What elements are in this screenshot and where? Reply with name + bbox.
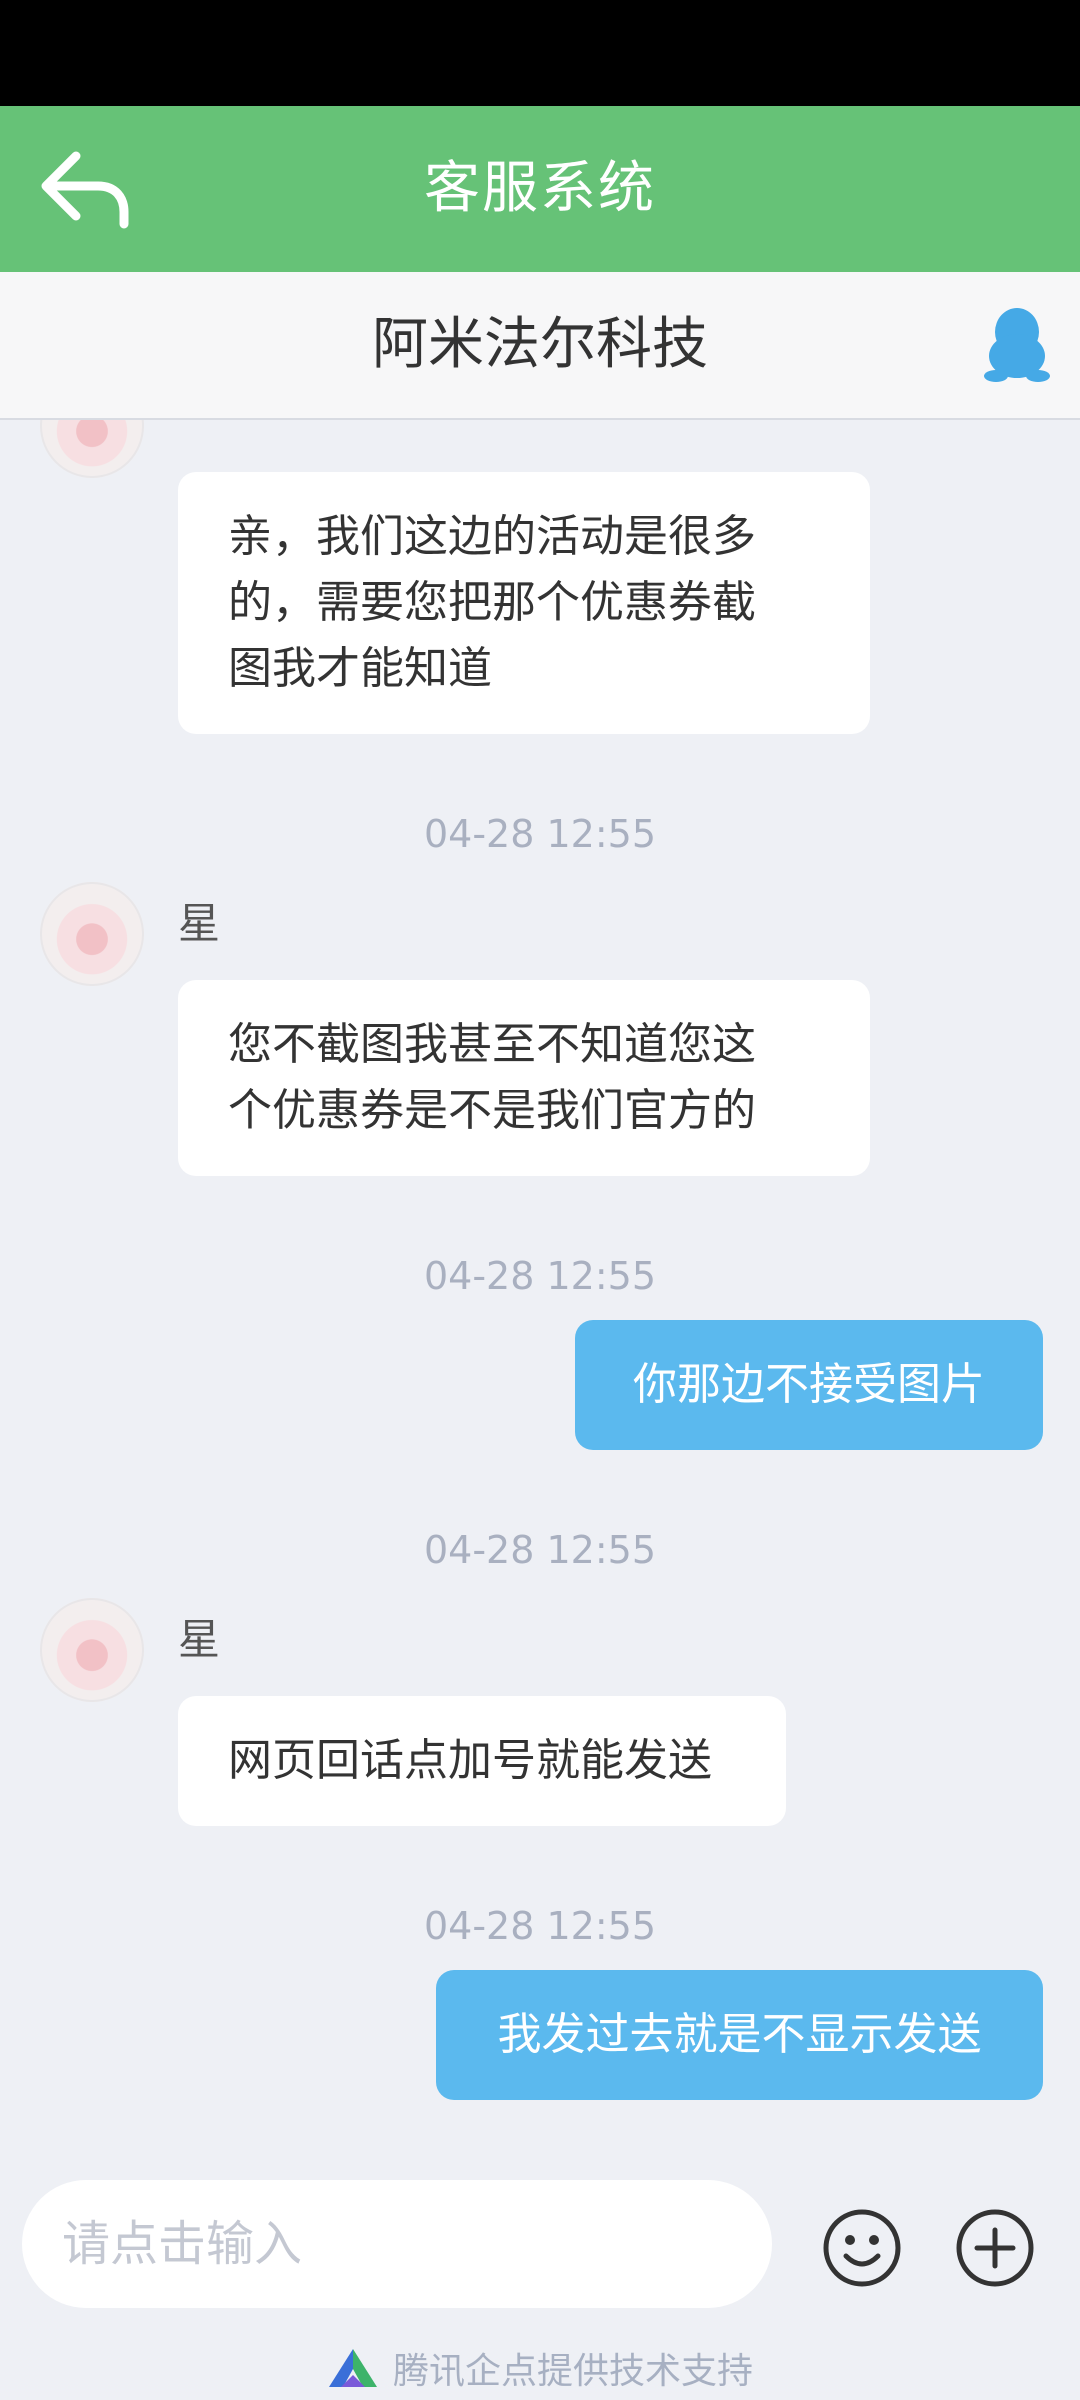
message-bubble[interactable]: 亲，我们这边的活动是很多 的，需要您把那个优惠券截 图我才能知道: [178, 472, 870, 734]
message-text: 网页回话点加号就能发送: [228, 1735, 712, 1786]
message-text: 你那边不接受图片: [633, 1359, 985, 1410]
timestamp: 04-28 12:55: [423, 1254, 656, 1298]
timestamp: 04-28 12:55: [423, 812, 656, 856]
page-title: 客服系统: [424, 156, 656, 221]
sender-name: 星: [178, 899, 221, 948]
avatar[interactable]: [40, 882, 144, 986]
smiley-icon: [823, 2209, 901, 2287]
message-line: 的，需要您把那个优惠券截: [228, 577, 756, 628]
qq-button[interactable]: [982, 304, 1052, 384]
avatar[interactable]: [40, 420, 144, 478]
emoji-button[interactable]: [822, 2208, 902, 2288]
message-text: 我发过去就是不显示发送: [497, 2009, 982, 2060]
message-line: 亲，我们这边的活动是很多: [228, 511, 756, 562]
my-message-bubble[interactable]: 我发过去就是不显示发送: [436, 1970, 1043, 2100]
powered-by-text: 腾讯企点提供技术支持: [392, 2351, 753, 2392]
avatar[interactable]: [40, 1598, 144, 1702]
input-bar: 腾讯企点提供技术支持: [0, 2152, 1080, 2400]
company-bar: 阿米法尔科技: [0, 272, 1080, 420]
timestamp: 04-28 12:55: [423, 1528, 656, 1572]
timestamp: 04-28 12:55: [423, 1904, 656, 1948]
message-bubble[interactable]: 您不截图我甚至不知道您这 个优惠券是不是我们官方的: [178, 980, 870, 1176]
message-input[interactable]: [22, 2180, 772, 2308]
add-attachment-button[interactable]: [955, 2208, 1035, 2288]
sender-name: 星: [178, 1615, 221, 1664]
my-message-bubble[interactable]: 你那边不接受图片: [575, 1320, 1043, 1450]
tencent-qidian-logo-icon: [328, 2349, 377, 2387]
plus-circle-icon: [956, 2209, 1034, 2287]
message-line: 个优惠券是不是我们官方的: [228, 1085, 756, 1136]
chat-history[interactable]: 亲，我们这边的活动是很多 的，需要您把那个优惠券截 图我才能知道 04-28 1…: [0, 420, 1080, 2150]
qq-penguin-icon: [984, 308, 1050, 382]
message-bubble[interactable]: 网页回话点加号就能发送: [178, 1696, 786, 1826]
powered-by: 腾讯企点提供技术支持: [0, 2342, 1080, 2394]
company-name: 阿米法尔科技: [372, 312, 708, 377]
top-bar: 客服系统: [0, 106, 1080, 272]
message-line: 图我才能知道: [228, 643, 492, 694]
status-bar: [0, 0, 1080, 106]
message-line: 您不截图我甚至不知道您这: [228, 1019, 756, 1070]
